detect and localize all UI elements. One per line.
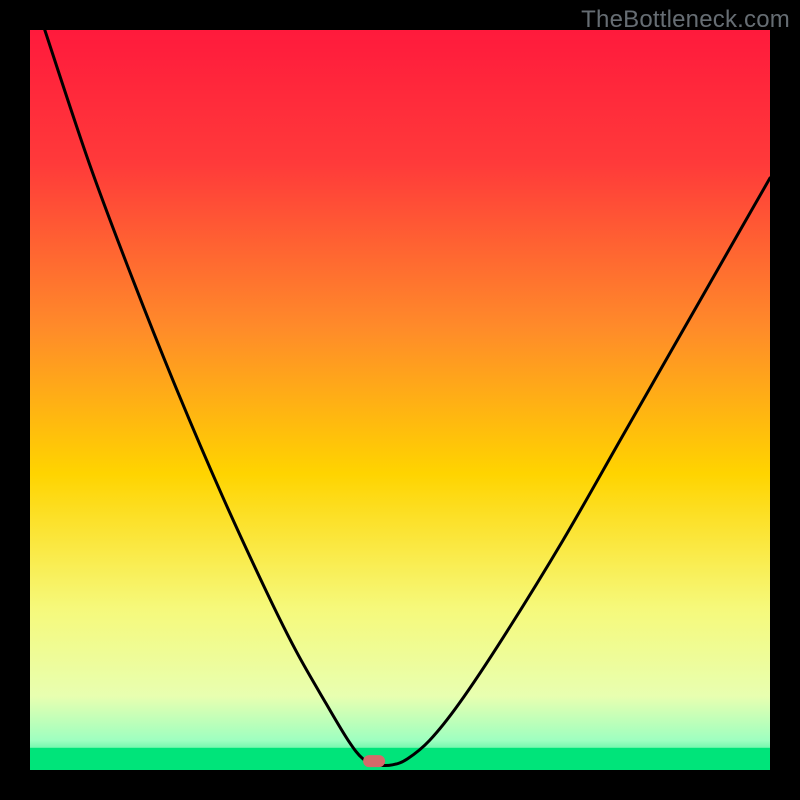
chart-frame — [0, 0, 800, 800]
watermark-text: TheBottleneck.com — [581, 6, 790, 34]
